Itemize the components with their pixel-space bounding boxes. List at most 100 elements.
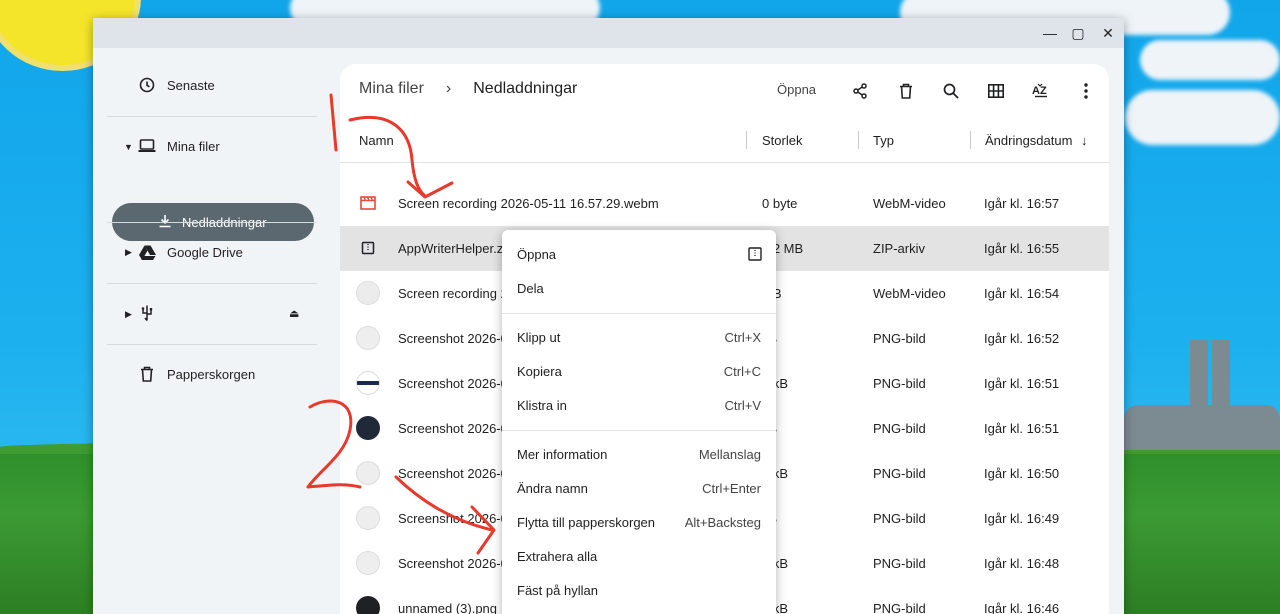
file-date: Igår kl. 16:46 — [984, 601, 1060, 614]
eject-icon[interactable]: ⏏ — [289, 307, 299, 320]
sidebar-item-label: Papperskorgen — [167, 366, 256, 382]
file-name: Screenshot 2026-0 — [398, 376, 508, 391]
file-thumbnail — [356, 371, 380, 395]
file-size: 0 byte — [762, 196, 798, 211]
column-header-date[interactable]: Ändringsdatum — [985, 133, 1072, 148]
menu-item-more-info[interactable]: Mer information Mellanslag — [502, 437, 776, 471]
sort-arrow-icon[interactable]: ↓ — [1081, 133, 1088, 148]
sidebar-item-label: Google Drive — [167, 244, 243, 260]
column-divider[interactable] — [746, 131, 747, 149]
file-name: Screenshot 2026-0 — [398, 466, 508, 481]
sidebar-item-usb-drive[interactable] — [137, 294, 347, 332]
column-header-size[interactable]: Storlek — [762, 133, 802, 148]
chevron-right-icon: › — [445, 80, 452, 97]
open-button[interactable]: Öppna — [777, 82, 816, 97]
column-divider[interactable] — [858, 131, 859, 149]
column-header-name[interactable]: Namn — [359, 133, 394, 148]
file-type: PNG-bild — [873, 511, 926, 526]
file-type: PNG-bild — [873, 601, 926, 614]
expand-caret-icon[interactable]: ▶ — [125, 247, 132, 258]
file-name: AppWriterHelper.zip — [398, 241, 514, 256]
google-drive-icon — [137, 242, 157, 262]
sidebar-item-label: Mina filer — [167, 138, 220, 154]
sidebar-item-label: Senaste — [167, 77, 215, 93]
expand-caret-icon[interactable]: ▼ — [124, 142, 133, 152]
menu-item-share[interactable]: Dela — [502, 271, 776, 305]
menu-item-label: Klistra in — [517, 398, 567, 413]
menu-item-shortcut: Alt+Backsteg — [684, 515, 761, 530]
minimize-button[interactable]: — — [1041, 24, 1059, 42]
menu-divider — [502, 430, 776, 431]
sort-az-icon[interactable]: AZ — [1028, 78, 1054, 104]
close-button[interactable]: ✕ — [1099, 24, 1117, 42]
file-date: Igår kl. 16:48 — [984, 556, 1060, 571]
file-thumbnail — [356, 281, 380, 305]
column-divider[interactable] — [970, 131, 971, 149]
sidebar-item-my-files[interactable]: Mina filer — [137, 127, 347, 165]
file-type: PNG-bild — [873, 331, 926, 346]
file-thumbnail — [356, 416, 380, 440]
zip-file-icon — [356, 236, 380, 260]
file-date: Igår kl. 16:51 — [984, 376, 1060, 391]
grid-view-icon[interactable] — [983, 78, 1009, 104]
maximize-button[interactable]: ▢ — [1069, 24, 1087, 42]
video-file-icon — [356, 191, 380, 215]
menu-item-open[interactable]: Öppna — [502, 237, 776, 271]
file-type: PNG-bild — [873, 421, 926, 436]
breadcrumb: Mina filer › Nedladdningar — [359, 80, 577, 98]
menu-item-move-to-trash[interactable]: Flytta till papperskorgen Alt+Backsteg — [502, 505, 776, 539]
menu-item-extract-all[interactable]: Extrahera alla — [502, 539, 776, 573]
file-name: Screenshot 2026-0 — [398, 511, 508, 526]
share-icon[interactable] — [847, 78, 873, 104]
context-menu: Öppna Dela Klipp ut Ctrl+X Kopiera Ctrl+… — [502, 230, 776, 614]
zip-file-icon — [748, 247, 762, 264]
expand-caret-icon[interactable]: ▶ — [125, 309, 132, 320]
menu-item-pin-to-shelf[interactable]: Fäst på hyllan — [502, 573, 776, 607]
breadcrumb-root[interactable]: Mina filer — [359, 80, 424, 98]
file-date: Igår kl. 16:50 — [984, 466, 1060, 481]
file-thumbnail — [356, 506, 380, 530]
file-date: Igår kl. 16:57 — [984, 196, 1060, 211]
cloud — [1125, 90, 1280, 145]
menu-item-shortcut: Ctrl+X — [724, 330, 761, 345]
divider — [107, 344, 317, 345]
divider — [107, 116, 317, 117]
file-thumbnail — [356, 551, 380, 575]
menu-item-copy[interactable]: Kopiera Ctrl+C — [502, 354, 776, 388]
menu-item-label: Klipp ut — [517, 330, 561, 345]
file-type: WebM-video — [873, 196, 946, 211]
title-bar: — ▢ ✕ — [93, 18, 1124, 48]
file-name: Screenshot 2026-0 — [398, 421, 508, 436]
column-header-type[interactable]: Typ — [873, 133, 894, 148]
menu-item-rename[interactable]: Ändra namn Ctrl+Enter — [502, 471, 776, 505]
menu-item-paste[interactable]: Klistra in Ctrl+V — [502, 388, 776, 422]
usb-icon — [137, 303, 157, 323]
menu-item-label: Mer information — [517, 447, 608, 462]
more-vert-icon[interactable] — [1073, 78, 1099, 104]
svg-text:AZ: AZ — [1032, 85, 1047, 97]
menu-item-shortcut: Mellanslag — [698, 447, 761, 462]
clock-icon — [137, 75, 157, 95]
breadcrumb-current: Nedladdningar — [473, 80, 578, 97]
file-date: Igår kl. 16:51 — [984, 421, 1060, 436]
menu-divider — [502, 313, 776, 314]
menu-item-cut[interactable]: Klipp ut Ctrl+X — [502, 320, 776, 354]
divider — [107, 283, 317, 284]
menu-item-shortcut: Ctrl+Enter — [702, 481, 761, 496]
table-row[interactable]: Screen recording 2026-05-11 16.57.29.web… — [340, 181, 1109, 226]
sidebar-item-google-drive[interactable]: Google Drive — [137, 233, 347, 271]
file-name: unnamed (3).png — [398, 601, 498, 614]
search-icon[interactable] — [938, 78, 964, 104]
delete-icon[interactable] — [893, 78, 919, 104]
sidebar-item-recent[interactable]: Senaste — [137, 66, 347, 104]
file-thumbnail — [356, 326, 380, 350]
sidebar-item-trash[interactable]: Papperskorgen — [137, 355, 347, 393]
file-name: Screen recording 2026-05-11 16.57.29.web… — [398, 196, 659, 211]
menu-item-label: Dela — [517, 281, 544, 296]
laptop-icon — [137, 136, 157, 156]
file-type: ZIP-arkiv — [873, 241, 925, 256]
header-divider — [340, 162, 1109, 163]
cloud — [1140, 40, 1280, 80]
menu-item-label: Kopiera — [517, 364, 562, 379]
file-date: Igår kl. 16:52 — [984, 331, 1060, 346]
